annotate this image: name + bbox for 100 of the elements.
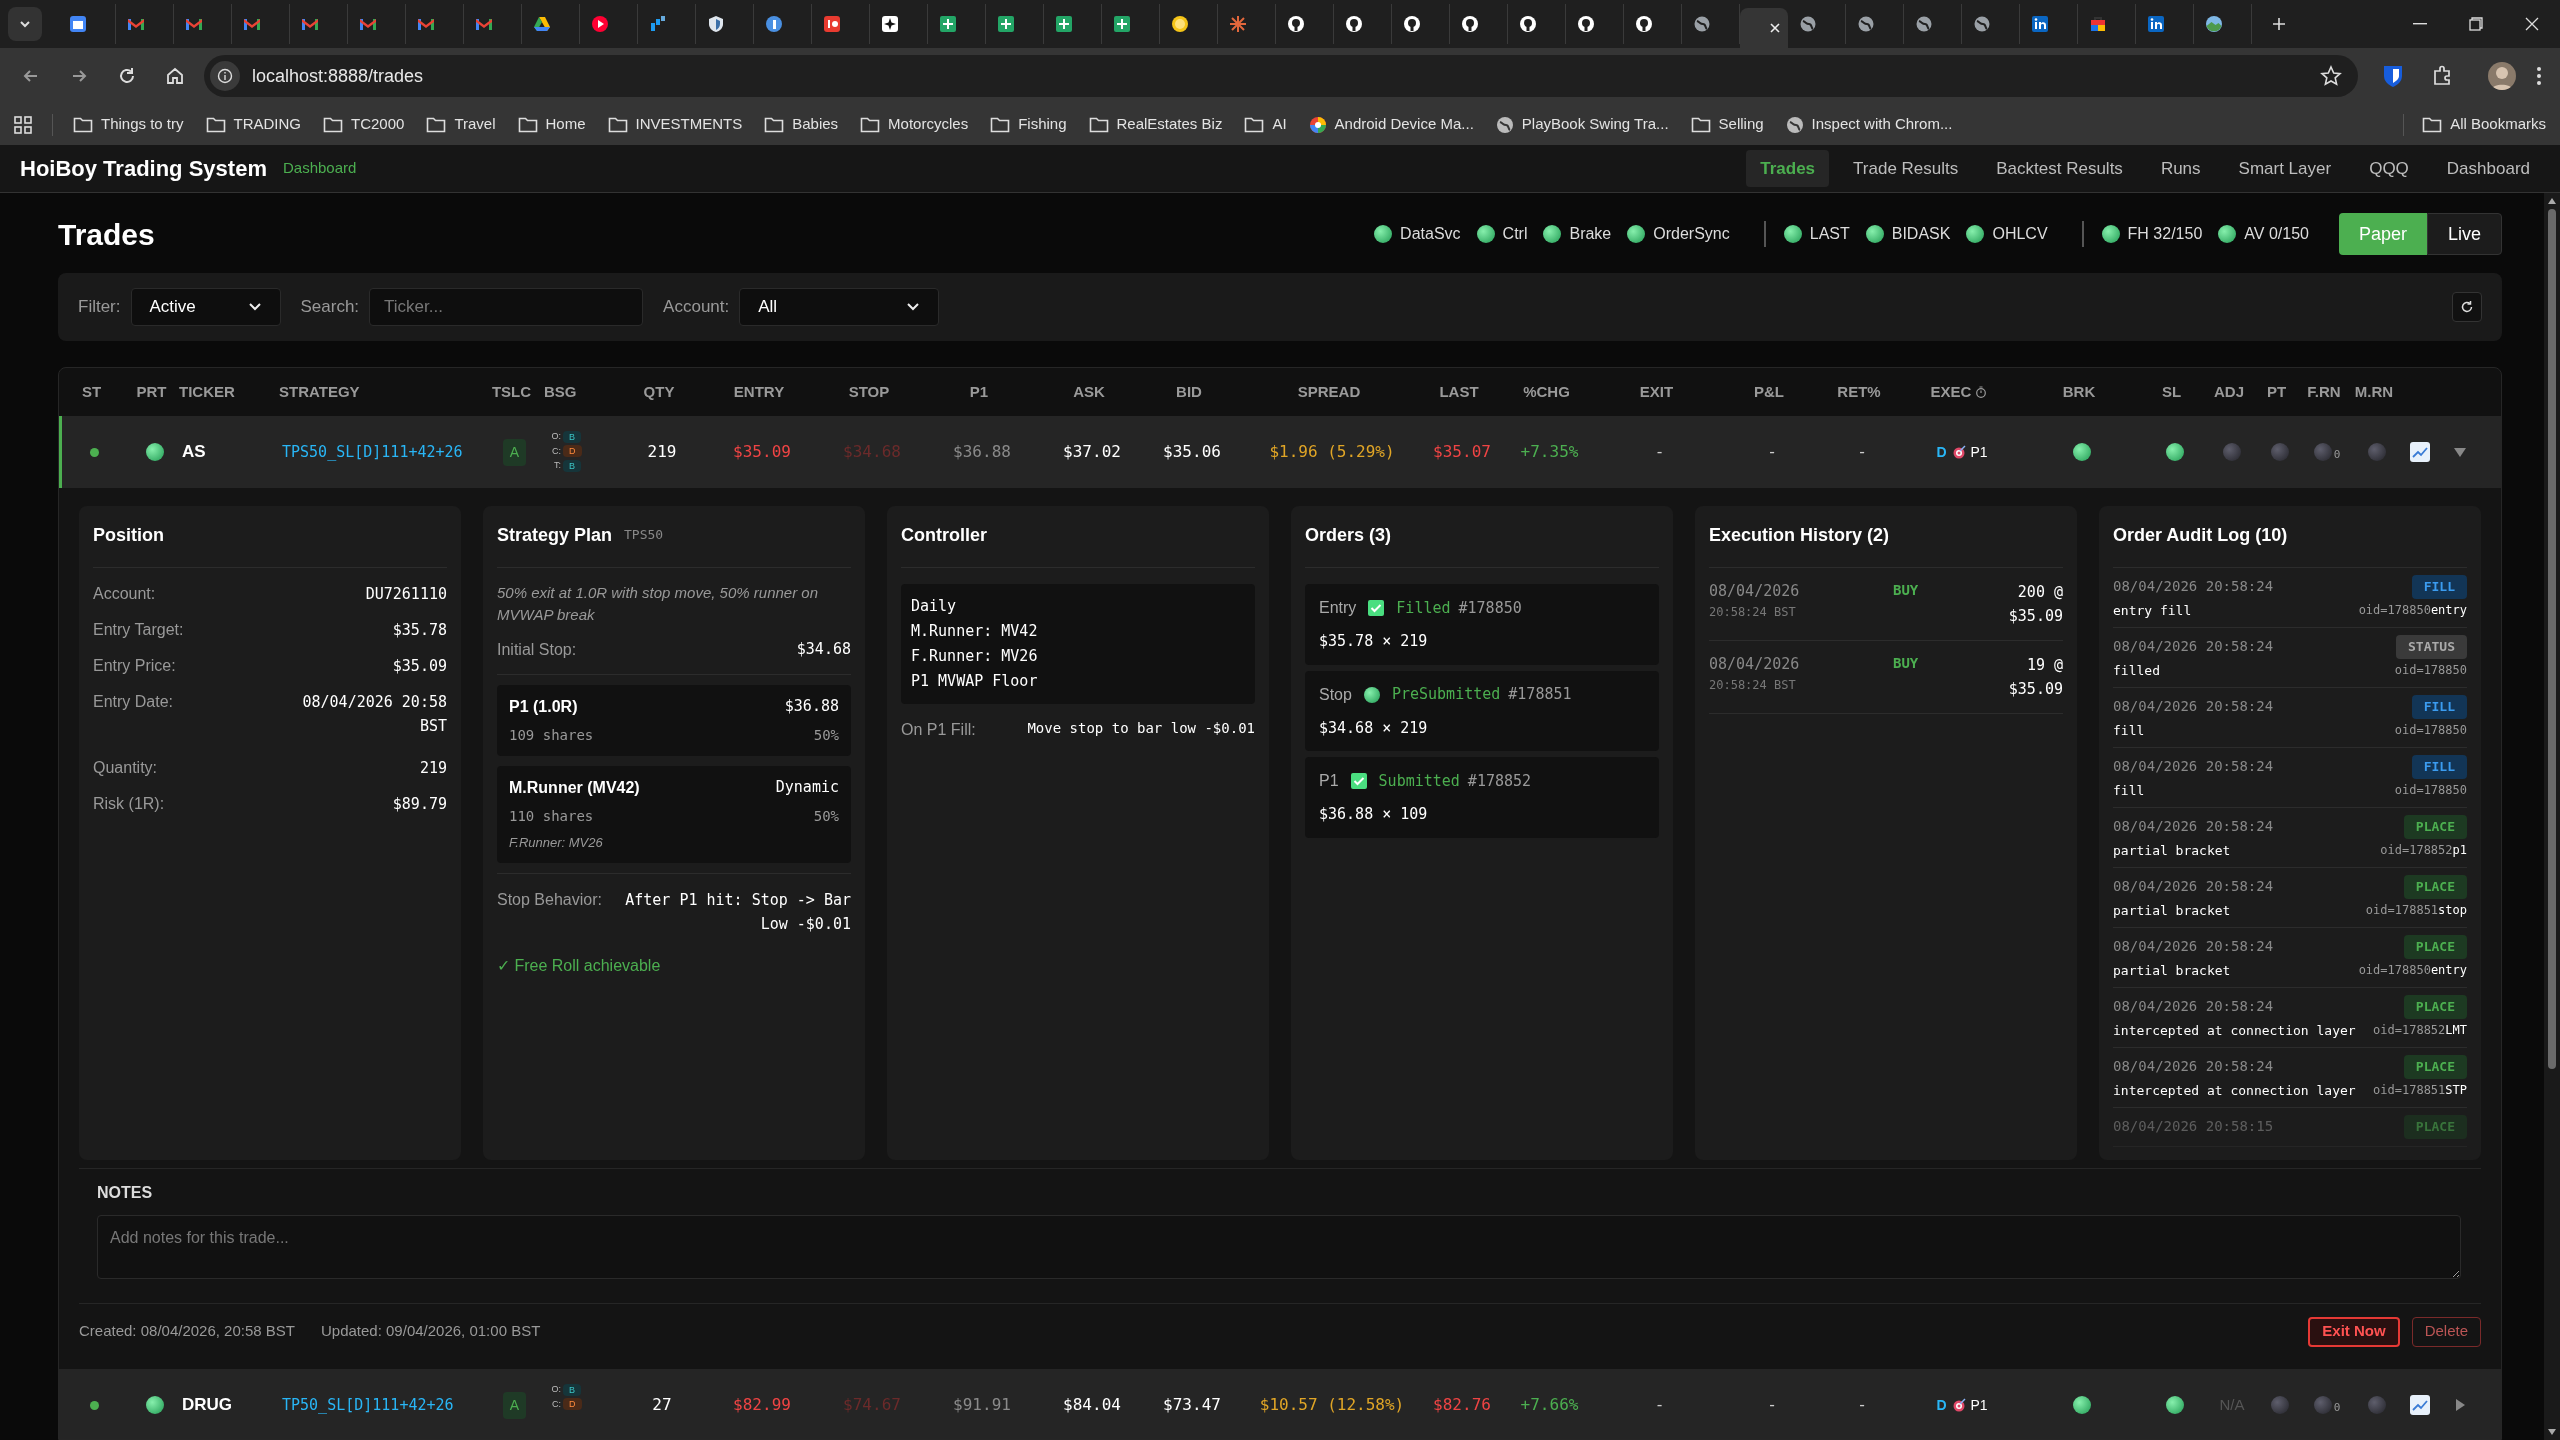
table-cell-text: +7.66% <box>1520 1394 1579 1416</box>
column-header: BID <box>1176 381 1202 402</box>
plus-square-icon <box>938 14 958 34</box>
bookmark-item[interactable]: Selling <box>1690 113 1764 136</box>
bookmark-item[interactable]: INVESTMENTS <box>607 113 743 136</box>
calendar-icon <box>68 14 88 34</box>
mode-button[interactable]: Live <box>2426 213 2502 255</box>
folder-icon <box>517 115 538 134</box>
account-label: Account: <box>663 296 730 319</box>
nav-tab[interactable]: Backtest Results <box>1982 149 2137 188</box>
bookmark-item[interactable]: All Bookmarks <box>2422 113 2546 136</box>
bookmark-item[interactable]: Home <box>517 113 586 136</box>
nav-tab[interactable]: Dashboard <box>2432 149 2544 188</box>
field-value: 08/04/2026 20:58 BST <box>301 692 447 737</box>
log-badge: FILL <box>2411 575 2467 599</box>
bookmark-item[interactable]: TRADING <box>205 113 302 136</box>
filter-select[interactable]: Active <box>130 288 281 326</box>
bookmark-item[interactable]: Things to try <box>73 113 184 136</box>
nav-tab[interactable]: Trades <box>1746 149 1830 188</box>
strategy-tag: TPS50 <box>624 525 664 545</box>
tab-list-button[interactable] <box>8 7 42 41</box>
order-status: PreSubmitted <box>1391 684 1501 706</box>
table-cell-text: $84.04 <box>1063 1394 1121 1416</box>
exec-time: 20:58:24 BST <box>1709 603 1797 621</box>
table-cell-text: - <box>1857 441 1867 463</box>
strategy-link[interactable]: TP50_SL[D]111+42+26 <box>282 1393 454 1417</box>
field-label: Risk (1R): <box>93 794 165 814</box>
bookmark-item[interactable]: Inspect with Chrom... <box>1785 113 1953 136</box>
scrollbar[interactable] <box>2544 193 2560 1440</box>
table-cell-text: $82.99 <box>733 1394 791 1416</box>
nav-tab[interactable]: Trade Results <box>1839 149 1973 188</box>
bulb-icon <box>1170 14 1190 34</box>
checkbox-icon <box>1350 773 1367 789</box>
scroll-down-icon[interactable] <box>2547 1428 2557 1436</box>
column-header: TICKER <box>179 381 235 402</box>
column-header: TSLC <box>491 381 532 402</box>
field-label: Entry Date: <box>93 692 174 712</box>
log-order-ref: entry <box>2430 962 2467 980</box>
refresh-button[interactable] <box>2452 292 2482 322</box>
nav-tab[interactable]: QQQ <box>2355 149 2423 188</box>
trade-row[interactable]: AS TPS50_SL[D]111+42+26 A O: B C: D T: B 219 $35.09 $34.68 $36.88 $37.02 $35.06 $1.96 (5.29%) $35.07 +7.35% - - - D P1 0 <box>59 416 2501 488</box>
bookmark-item[interactable]: AI <box>1244 113 1287 136</box>
address-bar[interactable]: localhost:8888/trades <box>204 55 2358 97</box>
folder-icon <box>426 115 447 134</box>
bookmark-item[interactable]: Android Device Ma... <box>1308 113 1474 136</box>
bookmark-item[interactable]: Babies <box>764 113 839 136</box>
exec-time: 20:58:24 BST <box>1709 676 1797 694</box>
field-label: Entry Target: <box>93 620 184 640</box>
bookmark-item[interactable]: TC2000 <box>323 113 405 136</box>
exit-now-button[interactable]: Exit Now <box>2308 1316 2400 1347</box>
profile-avatar[interactable] <box>2488 62 2516 90</box>
scroll-up-icon[interactable] <box>2547 197 2557 205</box>
bookmark-star-icon[interactable] <box>2320 65 2342 87</box>
bsg-badge: B <box>563 459 581 472</box>
collapse-caret-icon[interactable] <box>2452 445 2467 459</box>
starburst-icon <box>1228 14 1248 34</box>
nav-tab[interactable]: Smart Layer <box>2224 149 2346 188</box>
controller-code: Daily M.Runner: MV42 F.Runner: MV26 P1 MVWAP Floor <box>901 584 1255 704</box>
nav-tab[interactable]: Runs <box>2146 149 2215 188</box>
folder-icon <box>1088 115 1109 134</box>
bookmark-item[interactable]: RealEstates Biz <box>1088 113 1223 136</box>
table-cell-text: 27 <box>652 1394 672 1416</box>
apps-grid-icon[interactable] <box>14 115 32 134</box>
log-time: 08/04/2026 20:58:24 <box>2113 1057 2274 1077</box>
log-order-id: oid=178850 <box>2394 662 2467 680</box>
field-value: $34.68 <box>796 639 851 660</box>
filter-label: Filter: <box>78 296 121 319</box>
chart-icon[interactable] <box>2408 441 2431 463</box>
sparkle-icon <box>880 14 900 34</box>
field-value: After P1 hit: Stop -> Bar Low -$0.01 <box>624 889 851 935</box>
plus-square-icon <box>1054 14 1074 34</box>
chart-icon[interactable] <box>2408 1394 2431 1416</box>
field-label: On P1 Fill: <box>901 720 976 740</box>
strategy-link[interactable]: TPS50_SL[D]111+42+26 <box>282 440 463 464</box>
circle-logo-icon <box>1344 14 1364 34</box>
target-shares: 110 shares <box>509 807 594 826</box>
indicator-label: DataSvc <box>1400 224 1461 244</box>
chevron-down-icon <box>247 302 262 312</box>
log-order-id: oid=178851 <box>2365 902 2439 920</box>
dashboard-link[interactable]: Dashboard <box>282 157 357 180</box>
shield-icon[interactable] <box>2382 64 2404 88</box>
bookmark-item[interactable]: Motorcycles <box>860 113 969 136</box>
search-field[interactable]: Ticker... <box>369 288 644 326</box>
folder-icon <box>1690 115 1711 134</box>
delete-button[interactable]: Delete <box>2411 1316 2481 1347</box>
column-header: F.RN <box>2307 381 2341 402</box>
column-header: BSG <box>544 381 577 402</box>
bookmark-item[interactable]: PlayBook Swing Tra... <box>1495 113 1669 136</box>
log-message: partial bracket <box>2113 961 2231 980</box>
log-time: 08/04/2026 20:58:24 <box>2113 697 2274 717</box>
close-icon[interactable] <box>1768 21 1782 35</box>
notes-field[interactable]: Add notes for this trade... <box>97 1215 2461 1279</box>
order-price: $34.68 × 219 <box>1319 717 1429 739</box>
menu-icon[interactable] <box>2536 65 2542 87</box>
target-value: $36.88 <box>784 696 839 717</box>
bookmark-item[interactable]: Travel <box>426 113 496 136</box>
account-select[interactable]: All <box>739 288 940 326</box>
table-cell-text: $34.68 <box>843 441 901 463</box>
site-info-icon[interactable] <box>210 61 240 91</box>
bookmark-item[interactable]: Fishing <box>990 113 1067 136</box>
